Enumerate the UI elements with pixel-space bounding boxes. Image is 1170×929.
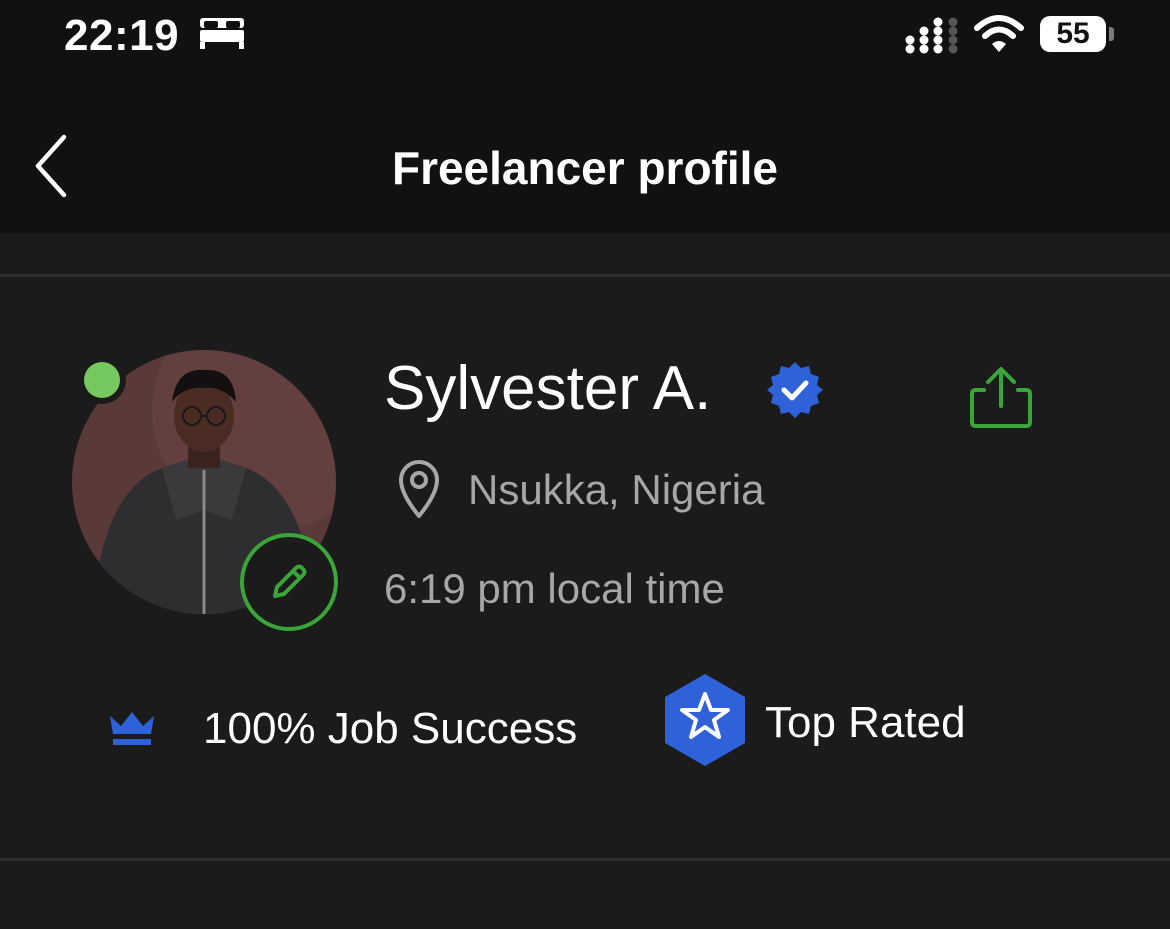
- location-pin-icon: [396, 458, 442, 525]
- online-status-indicator: [78, 356, 126, 404]
- pencil-icon: [273, 564, 307, 598]
- page-title: Freelancer profile: [391, 142, 779, 194]
- freelancer-name: Sylvester A.: [384, 354, 712, 423]
- bed-icon: [198, 16, 246, 57]
- status-time: 22:19: [64, 11, 180, 60]
- section-divider-top: [0, 274, 1170, 277]
- wifi-icon: [974, 14, 1024, 59]
- verified-badge-icon: [765, 360, 825, 425]
- cellular-signal-icon: [905, 16, 961, 59]
- edit-photo-button[interactable]: [240, 533, 338, 631]
- top-rated-badge-icon: [661, 672, 749, 773]
- back-button[interactable]: [22, 124, 82, 208]
- section-divider-bottom: [0, 858, 1170, 861]
- local-time-text: 6:19 pm local time: [384, 565, 725, 612]
- battery-tip: [1109, 27, 1114, 41]
- location-text: Nsukka, Nigeria: [468, 466, 765, 513]
- share-icon: [970, 367, 1032, 428]
- crown-icon: [106, 708, 158, 753]
- top-rated-label: Top Rated: [765, 698, 966, 747]
- chevron-left-icon: [35, 134, 67, 198]
- share-button[interactable]: [966, 364, 1036, 435]
- online-dot: [84, 362, 120, 398]
- battery-level: 55: [1040, 16, 1106, 52]
- job-success-text: 100% Job Success: [203, 704, 578, 753]
